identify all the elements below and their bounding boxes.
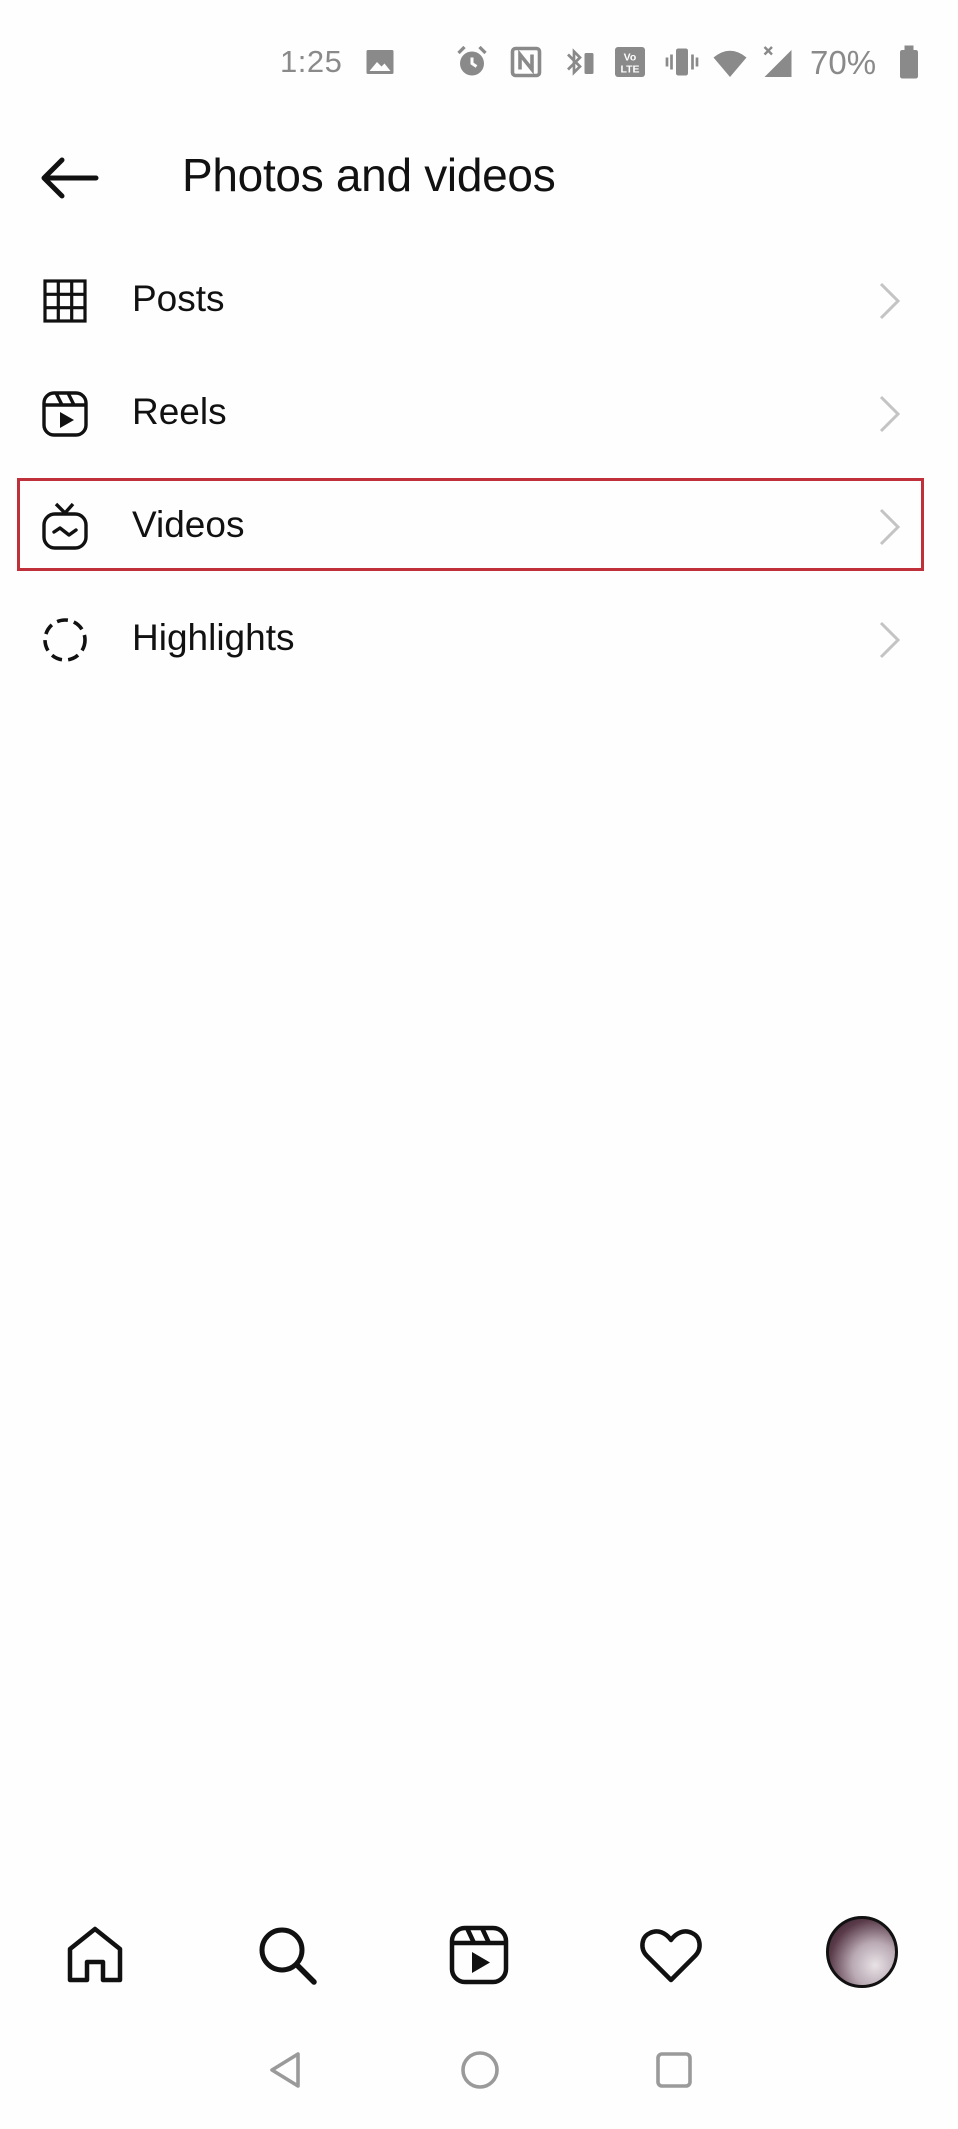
nav-home-button[interactable] [62, 1922, 128, 1988]
menu-item-label: Posts [132, 278, 225, 319]
svg-text:LTE: LTE [620, 64, 639, 76]
nav-activity-button[interactable] [638, 1922, 704, 1988]
header: Photos and videos [0, 130, 958, 220]
bluetooth-battery-icon [567, 48, 594, 76]
nfc-icon [510, 46, 542, 78]
battery-icon [900, 45, 918, 79]
menu-item-label: Videos [132, 504, 245, 545]
image-icon [366, 50, 394, 74]
system-recents-button[interactable] [652, 2048, 696, 2092]
system-nav [0, 2030, 958, 2110]
home-circle-icon [461, 2051, 499, 2089]
menu-list: Posts Reels Videos Highlights [0, 244, 958, 696]
igtv-icon [42, 502, 88, 550]
svg-text:Vo: Vo [624, 52, 637, 64]
system-home-button[interactable] [458, 2048, 502, 2092]
alarm-icon [457, 45, 487, 76]
grid-icon [43, 279, 87, 323]
bottom-nav [0, 1900, 958, 2010]
page-title: Photos and videos [182, 149, 556, 201]
home-icon [67, 1926, 123, 1983]
dashed-circle-icon [43, 618, 87, 662]
chevron-right-icon [879, 621, 901, 659]
volte-icon: Vo LTE [615, 47, 645, 77]
menu-item-reels[interactable]: Reels [0, 357, 958, 470]
status-bar: 1:25 Vo LTE 70% [0, 0, 958, 130]
signal-icon [763, 46, 792, 77]
profile-avatar[interactable] [826, 1916, 898, 1988]
menu-item-videos[interactable]: Videos [0, 470, 958, 583]
battery-percent: 70% [810, 44, 877, 81]
menu-item-highlights[interactable]: Highlights [0, 583, 958, 696]
wifi-icon [713, 50, 747, 77]
reels-icon [449, 1925, 509, 1985]
chevron-right-icon [879, 395, 901, 433]
heart-icon [640, 1929, 702, 1983]
reels-icon [42, 391, 88, 437]
system-back-button[interactable] [264, 2048, 308, 2092]
back-triangle-icon [270, 2052, 300, 2088]
menu-item-label: Highlights [132, 617, 295, 658]
arrow-left-icon [41, 157, 99, 199]
recents-square-icon [656, 2052, 692, 2088]
chevron-right-icon [879, 508, 901, 546]
nav-search-button[interactable] [254, 1922, 320, 1988]
search-icon [259, 1927, 317, 1985]
menu-item-label: Reels [132, 391, 227, 432]
back-button[interactable] [36, 152, 106, 204]
status-time: 1:25 [280, 44, 343, 79]
menu-item-posts[interactable]: Posts [0, 244, 958, 357]
vibrate-icon [665, 48, 699, 76]
chevron-right-icon [879, 282, 901, 320]
nav-reels-button[interactable] [446, 1922, 512, 1988]
